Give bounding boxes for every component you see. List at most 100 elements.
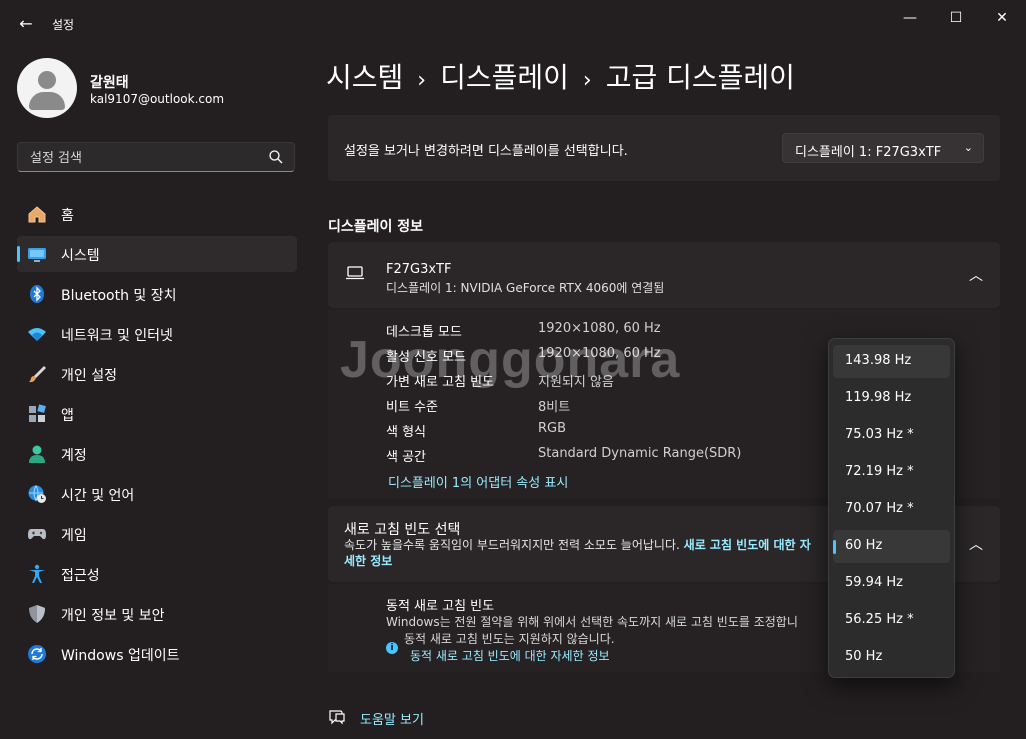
sidebar-item-accessibility[interactable]: 접근성	[17, 556, 297, 592]
sidebar-item-label: 시스템	[61, 248, 100, 264]
info-value-desktop-mode: 1920×1080, 60 Hz	[538, 321, 661, 336]
brush-icon	[27, 364, 47, 384]
user-name: 갈원태	[90, 75, 129, 91]
sidebar-item-label: 접근성	[61, 568, 100, 584]
info-label-active-signal: 활성 신호 모드	[386, 350, 467, 365]
sidebar-item-label: 개인 설정	[61, 368, 117, 384]
sidebar-item-label: 개인 정보 및 보안	[61, 608, 165, 624]
wifi-icon	[27, 324, 47, 344]
adapter-properties-link[interactable]: 디스플레이 1의 어댑터 속성 표시	[388, 472, 568, 491]
display-info-heading: 디스플레이 정보	[328, 219, 424, 235]
title-bar: ← 설정 — ☐ ✕	[0, 0, 1026, 46]
refresh-option-label: 50 Hz	[845, 649, 883, 664]
refresh-option-label: 56.25 Hz *	[845, 612, 914, 627]
info-label-color-space: 색 공간	[386, 450, 427, 465]
app-title: 설정	[52, 18, 75, 32]
select-display-prompt: 설정을 보거나 변경하려면 디스플레이를 선택합니다.	[344, 144, 628, 159]
refresh-option-label: 119.98 Hz	[845, 390, 912, 405]
help-icon	[329, 710, 345, 725]
refresh-option[interactable]: 75.03 Hz *	[833, 419, 950, 452]
system-icon	[27, 244, 47, 264]
sidebar-item-label: 앱	[61, 408, 74, 424]
info-value-color-format: RGB	[538, 421, 567, 436]
accessibility-icon	[27, 564, 47, 584]
refresh-rate-desc-text: 속도가 높을수록 움직임이 부드러워지지만 전력 소모도 늘어납니다.	[344, 538, 680, 552]
sidebar-item-personalization[interactable]: 개인 설정	[17, 356, 297, 392]
refresh-option[interactable]: 72.19 Hz *	[833, 456, 950, 489]
chevron-down-icon: ⌄	[963, 141, 973, 154]
search-input[interactable]	[28, 148, 262, 168]
sidebar-item-network[interactable]: 네트워크 및 인터넷	[17, 316, 297, 352]
info-label-bit-depth: 비트 수준	[386, 400, 438, 415]
dynamic-refresh-link[interactable]: 동적 새로 고침 빈도에 대한 자세한 정보	[410, 647, 610, 664]
refresh-option-label: 60 Hz	[845, 538, 883, 553]
bluetooth-icon	[27, 284, 47, 304]
sidebar-item-label: 게임	[61, 528, 87, 544]
sidebar-nav: 홈 시스템 Bluetooth 및 장치 네트워크 및 인터넷 개인 설정 앱	[17, 196, 297, 676]
info-value-active-signal: 1920×1080, 60 Hz	[538, 346, 661, 361]
close-icon[interactable]: ✕	[982, 8, 1022, 28]
refresh-rate-title: 새로 고침 빈도 선택	[344, 522, 461, 538]
refresh-option[interactable]: 59.94 Hz	[833, 567, 950, 600]
user-email: kal9107@outlook.com	[90, 92, 225, 106]
refresh-option[interactable]: 119.98 Hz	[833, 382, 950, 415]
back-arrow-icon[interactable]: ←	[14, 12, 38, 36]
refresh-rate-dropdown: 143.98 Hz 119.98 Hz 75.03 Hz * 72.19 Hz …	[828, 338, 955, 678]
minimize-icon[interactable]: —	[890, 8, 930, 28]
sidebar-item-accounts[interactable]: 계정	[17, 436, 297, 472]
breadcrumb-advanced-display: 고급 디스플레이	[605, 61, 795, 94]
get-help-link[interactable]: 도움말 보기	[360, 709, 424, 728]
refresh-option-label: 143.98 Hz	[845, 353, 912, 368]
monitor-name: F27G3xTF	[386, 262, 452, 277]
breadcrumb: 시스템 › 디스플레이 › 고급 디스플레이	[326, 56, 809, 96]
sidebar-item-system[interactable]: 시스템	[17, 236, 297, 272]
info-value-bit-depth: 8비트	[538, 400, 571, 415]
sidebar-item-label: 네트워크 및 인터넷	[61, 328, 173, 344]
refresh-option-label: 70.07 Hz *	[845, 501, 914, 516]
breadcrumb-system[interactable]: 시스템	[326, 61, 403, 94]
refresh-option[interactable]: 70.07 Hz *	[833, 493, 950, 526]
info-value-color-space: Standard Dynamic Range(SDR)	[538, 446, 742, 461]
breadcrumb-separator: ›	[582, 68, 592, 93]
sidebar-item-apps[interactable]: 앱	[17, 396, 297, 432]
refresh-rate-desc: 속도가 높을수록 움직임이 부드러워지지만 전력 소모도 늘어납니다. 새로 고…	[344, 537, 814, 569]
dynamic-refresh-title: 동적 새로 고침 빈도	[386, 599, 495, 614]
sidebar-item-gaming[interactable]: 게임	[17, 516, 297, 552]
sidebar-item-bluetooth[interactable]: Bluetooth 및 장치	[17, 276, 297, 312]
breadcrumb-separator: ›	[417, 68, 427, 93]
gamepad-icon	[27, 524, 47, 544]
refresh-option[interactable]: 143.98 Hz	[833, 345, 950, 378]
refresh-option-label: 75.03 Hz *	[845, 427, 914, 442]
chevron-up-icon[interactable]: ︿	[968, 268, 984, 284]
sidebar-item-label: Bluetooth 및 장치	[61, 288, 177, 304]
dynamic-refresh-desc: Windows는 전원 절약을 위해 위에서 선택한 속도까지 새로 고침 빈도…	[386, 615, 798, 629]
display-select[interactable]: 디스플레이 1: F27G3xTF ⌄	[782, 133, 984, 163]
maximize-icon[interactable]: ☐	[936, 8, 976, 28]
info-label-vrr: 가변 새로 고침 빈도	[386, 375, 495, 390]
monitor-connection: 디스플레이 1: NVIDIA GeForce RTX 4060에 연결됨	[386, 281, 665, 295]
search-icon[interactable]	[268, 149, 284, 165]
avatar[interactable]	[17, 58, 77, 118]
sidebar-item-label: Windows 업데이트	[61, 648, 180, 664]
refresh-option[interactable]: 56.25 Hz *	[833, 604, 950, 637]
info-label-desktop-mode: 데스크톱 모드	[386, 325, 462, 340]
refresh-option-selected[interactable]: 60 Hz	[833, 530, 950, 563]
info-icon: i	[386, 642, 398, 654]
sidebar-item-windows-update[interactable]: Windows 업데이트	[17, 636, 297, 672]
update-icon	[27, 644, 47, 664]
chevron-up-icon[interactable]: ︿	[968, 537, 984, 553]
sidebar-item-home[interactable]: 홈	[17, 196, 297, 232]
apps-icon	[27, 404, 47, 424]
dynamic-refresh-note: 동적 새로 고침 빈도는 지원하지 않습니다.	[404, 632, 615, 646]
account-icon	[27, 444, 47, 464]
monitor-icon	[346, 266, 364, 280]
display-select-value: 디스플레이 1: F27G3xTF	[795, 145, 942, 160]
sidebar-item-label: 계정	[61, 448, 87, 464]
sidebar-item-time-language[interactable]: 시간 및 언어	[17, 476, 297, 512]
sidebar-item-privacy[interactable]: 개인 정보 및 보안	[17, 596, 297, 632]
refresh-option[interactable]: 50 Hz	[833, 641, 950, 674]
info-value-vrr: 지원되지 않음	[538, 375, 614, 390]
search-box[interactable]	[17, 142, 295, 172]
refresh-option-label: 72.19 Hz *	[845, 464, 914, 479]
breadcrumb-display[interactable]: 디스플레이	[440, 61, 569, 94]
